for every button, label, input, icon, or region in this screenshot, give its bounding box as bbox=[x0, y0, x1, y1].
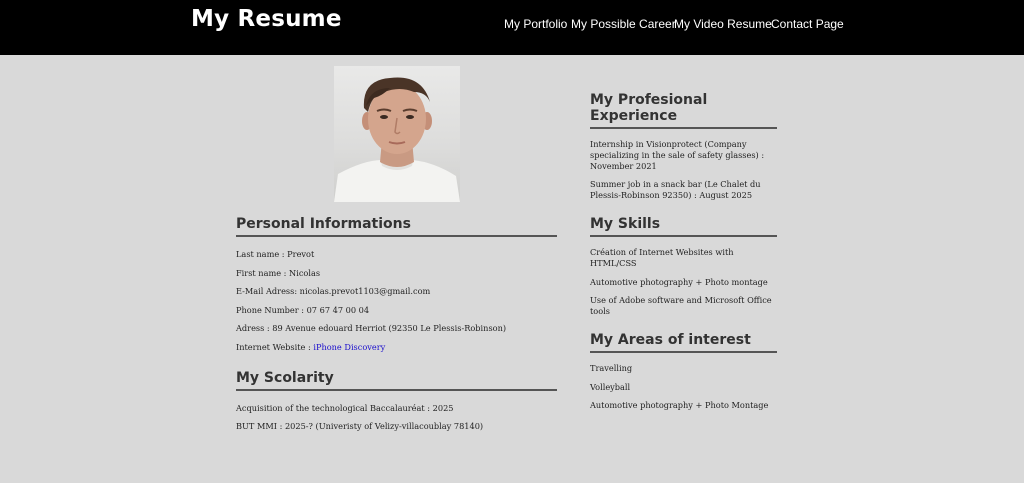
email: E-Mail Adress: nicolas.prevot1103@gmail.… bbox=[236, 286, 431, 296]
scolarity-item: BUT MMI : 2025-? (Univeristy of Velizy-v… bbox=[236, 421, 484, 431]
website-row: Internet Website : iPhone Discovery bbox=[236, 342, 557, 353]
personal-info-heading: Personal Informations bbox=[236, 216, 557, 237]
website-link[interactable]: iPhone Discovery bbox=[313, 342, 385, 352]
top-navbar: My Resume My Portfolio My Possible Caree… bbox=[0, 0, 1024, 55]
nav-link-video-resume[interactable]: My Video Resume bbox=[674, 17, 772, 31]
experience-item: Summer job in a snack bar (Le Chalet du … bbox=[590, 179, 761, 200]
interest-item: Automotive photography + Photo Montage bbox=[590, 400, 769, 410]
right-column: My Profesional Experience Internship in … bbox=[590, 92, 777, 411]
skill-item: Création of Internet Websites with HTML/… bbox=[590, 247, 734, 268]
address: Adress : 89 Avenue edouard Herriot (9235… bbox=[236, 323, 507, 333]
experience-heading: My Profesional Experience bbox=[590, 92, 777, 129]
phone-number: Phone Number : 07 67 47 00 04 bbox=[236, 304, 370, 315]
nav-link-possible-career[interactable]: My Possible Career bbox=[571, 17, 676, 31]
website-label: Internet Website : bbox=[236, 341, 314, 352]
left-column: Personal Informations Last name : Prevot… bbox=[236, 216, 557, 432]
nav-link-portfolio[interactable]: My Portfolio bbox=[504, 17, 567, 31]
nav-link-contact[interactable]: Contact Page bbox=[771, 17, 844, 31]
scolarity-heading: My Scolarity bbox=[236, 370, 557, 391]
last-name: Last name : Prevot bbox=[236, 249, 315, 259]
scolarity-item: Acquisition of the technological Baccala… bbox=[236, 402, 454, 413]
skills-heading: My Skills bbox=[590, 216, 777, 237]
profile-photo bbox=[334, 66, 460, 202]
experience-item: Internship in Visionprotect (Company spe… bbox=[590, 139, 765, 171]
interests-heading: My Areas of interest bbox=[590, 332, 777, 353]
skill-item: Use of Adobe software and Microsoft Offi… bbox=[590, 295, 772, 316]
first-name: First name : Nicolas bbox=[236, 267, 321, 278]
skill-item: Automotive photography + Photo montage bbox=[590, 276, 768, 287]
interest-item: Travelling bbox=[590, 363, 633, 373]
interest-item: Volleyball bbox=[590, 381, 631, 392]
site-title[interactable]: My Resume bbox=[191, 6, 342, 32]
